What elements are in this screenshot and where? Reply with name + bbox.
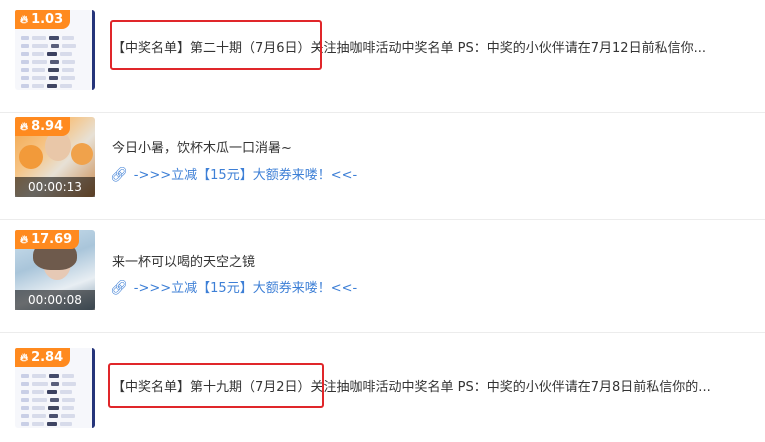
post-feed: 🔥︎ 1.03 【中奖名单】第二十期（7月6日）关注抽咖啡活动中奖名单 PS：中奖… bbox=[0, 0, 765, 442]
video-duration: 00:00:08 bbox=[15, 290, 95, 310]
link-icon: 🔗︎ bbox=[110, 167, 128, 183]
feed-item[interactable]: 🔥︎ 8.94 00:00:13 今日小暑，饮杯木瓜一口消暑~ 🔗︎ ->>>立减【… bbox=[0, 107, 765, 220]
flame-icon: 🔥︎ bbox=[20, 233, 29, 246]
heat-value: 8.94 bbox=[31, 119, 64, 134]
flame-icon: 🔥︎ bbox=[20, 351, 29, 364]
post-title[interactable]: 今日小暑，饮杯木瓜一口消暑~ bbox=[112, 137, 292, 156]
flame-icon: 🔥︎ bbox=[20, 13, 29, 26]
heat-badge: 🔥︎ 1.03 bbox=[15, 10, 71, 29]
promo-text: ->>>立减【15元】大额券来喽！<<- bbox=[133, 281, 358, 296]
post-title[interactable]: 来一杯可以喝的天空之镜 bbox=[112, 251, 255, 270]
promo-link[interactable]: 🔗︎ ->>>立减【15元】大额券来喽！<<- bbox=[110, 277, 357, 296]
promo-link[interactable]: 🔗︎ ->>>立减【15元】大额券来喽！<<- bbox=[110, 164, 357, 183]
heat-badge: 🔥︎ 17.69 bbox=[15, 230, 80, 249]
highlight-box bbox=[108, 363, 324, 408]
link-icon: 🔗︎ bbox=[110, 280, 128, 296]
promo-text: ->>>立减【15元】大额券来喽！<<- bbox=[133, 168, 358, 183]
heat-value: 1.03 bbox=[31, 12, 64, 27]
heat-badge: 🔥︎ 2.84 bbox=[15, 348, 71, 367]
heat-value: 17.69 bbox=[31, 232, 73, 247]
photo-subject bbox=[71, 143, 93, 165]
heat-value: 2.84 bbox=[31, 350, 64, 365]
feed-item[interactable]: 🔥︎ 2.84 【中奖名单】第十九期（7月2日）关注抽咖啡活动中奖名单 PS：中奖… bbox=[0, 338, 765, 442]
feed-item[interactable]: 🔥︎ 1.03 【中奖名单】第二十期（7月6日）关注抽咖啡活动中奖名单 PS：中奖… bbox=[0, 0, 765, 113]
highlight-box bbox=[110, 20, 322, 70]
video-duration: 00:00:13 bbox=[15, 177, 95, 197]
flame-icon: 🔥︎ bbox=[20, 120, 29, 133]
feed-item[interactable]: 🔥︎ 17.69 00:00:08 来一杯可以喝的天空之镜 🔗︎ ->>>立减【15… bbox=[0, 220, 765, 333]
divider bbox=[0, 332, 765, 333]
heat-badge: 🔥︎ 8.94 bbox=[15, 117, 71, 136]
photo-subject bbox=[19, 145, 43, 169]
